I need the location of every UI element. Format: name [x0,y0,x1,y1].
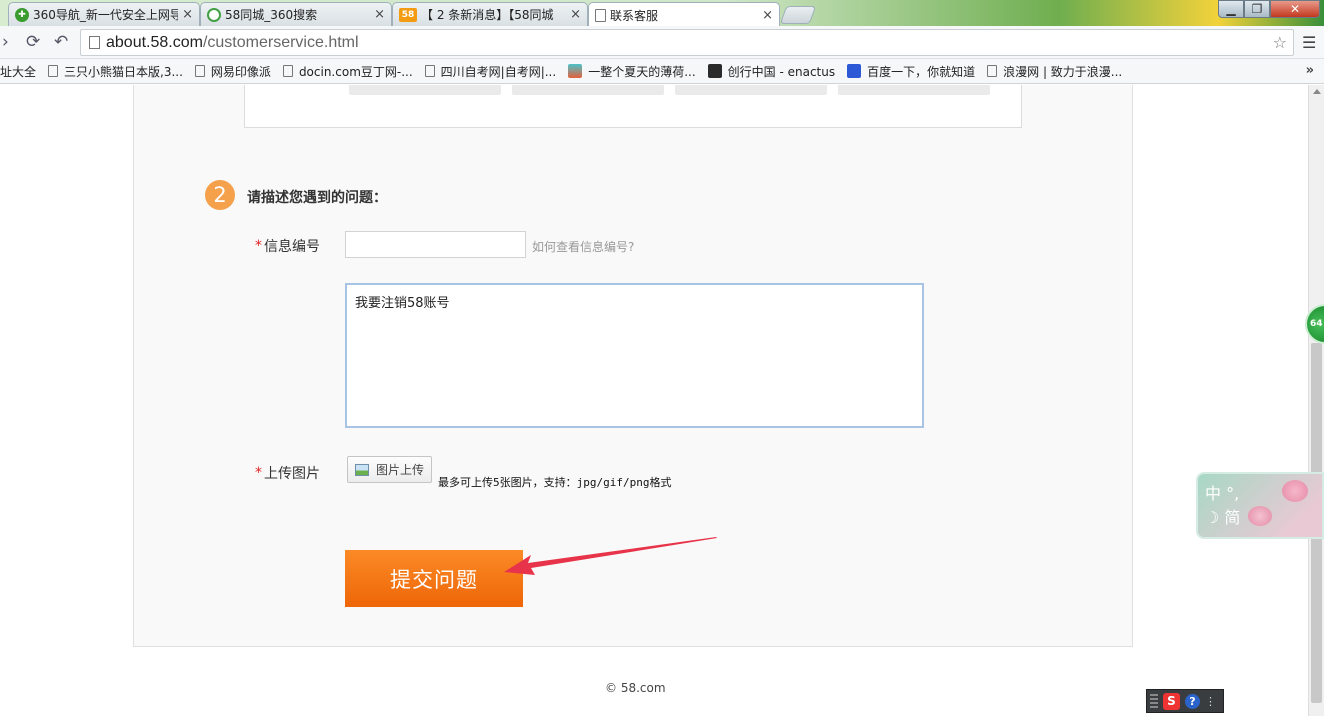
undo-icon[interactable]: ↶ [54,32,68,52]
url-text: about.58.com/customerservice.html [106,33,359,51]
flower-decoration-icon [1248,506,1272,526]
360-search-icon [207,7,221,22]
close-icon[interactable]: × [374,7,385,22]
page-viewport: 2 请描述您遇到的问题： * 信息编号 如何查看信息编号? 我要注销58账号 *… [0,85,1308,716]
page-icon [595,8,606,22]
enactus-icon [707,64,722,78]
bookmarks-bar: 址大全 三只小熊猫日本版,3... 网易印像派 docin.com豆丁网-...… [0,59,1324,84]
flower-decoration-icon [1282,480,1308,502]
page-icon [987,65,998,77]
address-bar[interactable]: about.58.com/customerservice.html ☆ [80,29,1294,56]
bookmark-item[interactable]: 网易印像派 [194,63,271,80]
scroll-up-icon[interactable] [1313,89,1321,94]
bookmark-item[interactable]: 一整个夏天的薄荷... [568,63,696,80]
tab-strip: ✚ 360导航_新一代安全上网导 × 58同城_360搜索 × 58 【 2 条… [0,0,1324,27]
sogou-logo-icon[interactable]: S [1163,692,1180,710]
menu-icon[interactable]: ☰ [1302,33,1316,52]
page-icon [424,65,435,77]
annotation-arrow [504,537,717,575]
bookmark-star-icon[interactable]: ☆ [1273,33,1287,52]
tab-title: 58同城_360搜索 [225,8,318,22]
tab-customer-service[interactable]: 联系客服 × [588,2,780,27]
tab-title: 【 2 条新消息】【58同城 [421,8,554,22]
baidu-paw-icon [847,64,862,78]
copyright: © 58.com [605,681,666,695]
window-close-button[interactable]: ✕ [1270,0,1320,18]
close-icon[interactable]: × [762,8,773,23]
expand-icon[interactable]: ⋮ [1205,695,1216,708]
bookmark-item[interactable]: 百度一下，你就知道 [847,63,975,80]
page-icon [282,65,293,77]
bookmarks-overflow-button[interactable]: » [1306,63,1314,78]
drag-handle-icon[interactable] [1150,694,1158,708]
bookmark-item[interactable]: docin.com豆丁网-... [282,63,413,80]
page-icon [89,36,100,49]
tab-58-messages[interactable]: 58 【 2 条新消息】【58同城 × [392,2,588,26]
tab-360-nav[interactable]: ✚ 360导航_新一代安全上网导 × [8,2,200,26]
mint-site-icon [568,64,583,78]
360-logo-icon: ✚ [15,7,29,22]
bookmark-item[interactable]: 创行中国 - enactus [707,63,835,80]
58-logo-icon: 58 [399,7,417,22]
tab-title: 360导航_新一代安全上网导 [33,8,179,22]
ime-status-panel[interactable]: 中 °, ☽ 简 [1196,472,1324,539]
minimize-button[interactable]: ▁ [1218,0,1244,18]
annotation-arrow-shape [504,537,717,575]
help-icon[interactable]: ? [1185,693,1200,709]
page-icon [194,65,205,77]
page-icon [48,65,59,77]
sogou-ime-toolbar: S ? ⋮ [1146,689,1224,713]
bookmark-item[interactable]: 浪漫网 | 致力于浪漫... [987,63,1122,80]
bookmark-item[interactable]: 址大全 [0,63,36,80]
forward-icon[interactable]: › [2,32,9,52]
tab-360-search[interactable]: 58同城_360搜索 × [200,2,392,26]
close-icon[interactable]: × [570,7,581,22]
tab-title: 联系客服 [610,8,659,23]
close-icon[interactable]: × [182,7,193,22]
vertical-scrollbar[interactable] [1308,85,1324,716]
bookmark-item[interactable]: 四川自考网|自考网|... [424,63,556,80]
reload-icon[interactable]: ⟳ [26,32,40,52]
new-tab-button[interactable] [779,6,817,24]
maximize-button[interactable]: ❐ [1244,0,1270,18]
bookmark-item[interactable]: 三只小熊猫日本版,3... [48,63,183,80]
browser-toolbar: › ⟳ ↶ about.58.com/customerservice.html … [0,26,1324,59]
